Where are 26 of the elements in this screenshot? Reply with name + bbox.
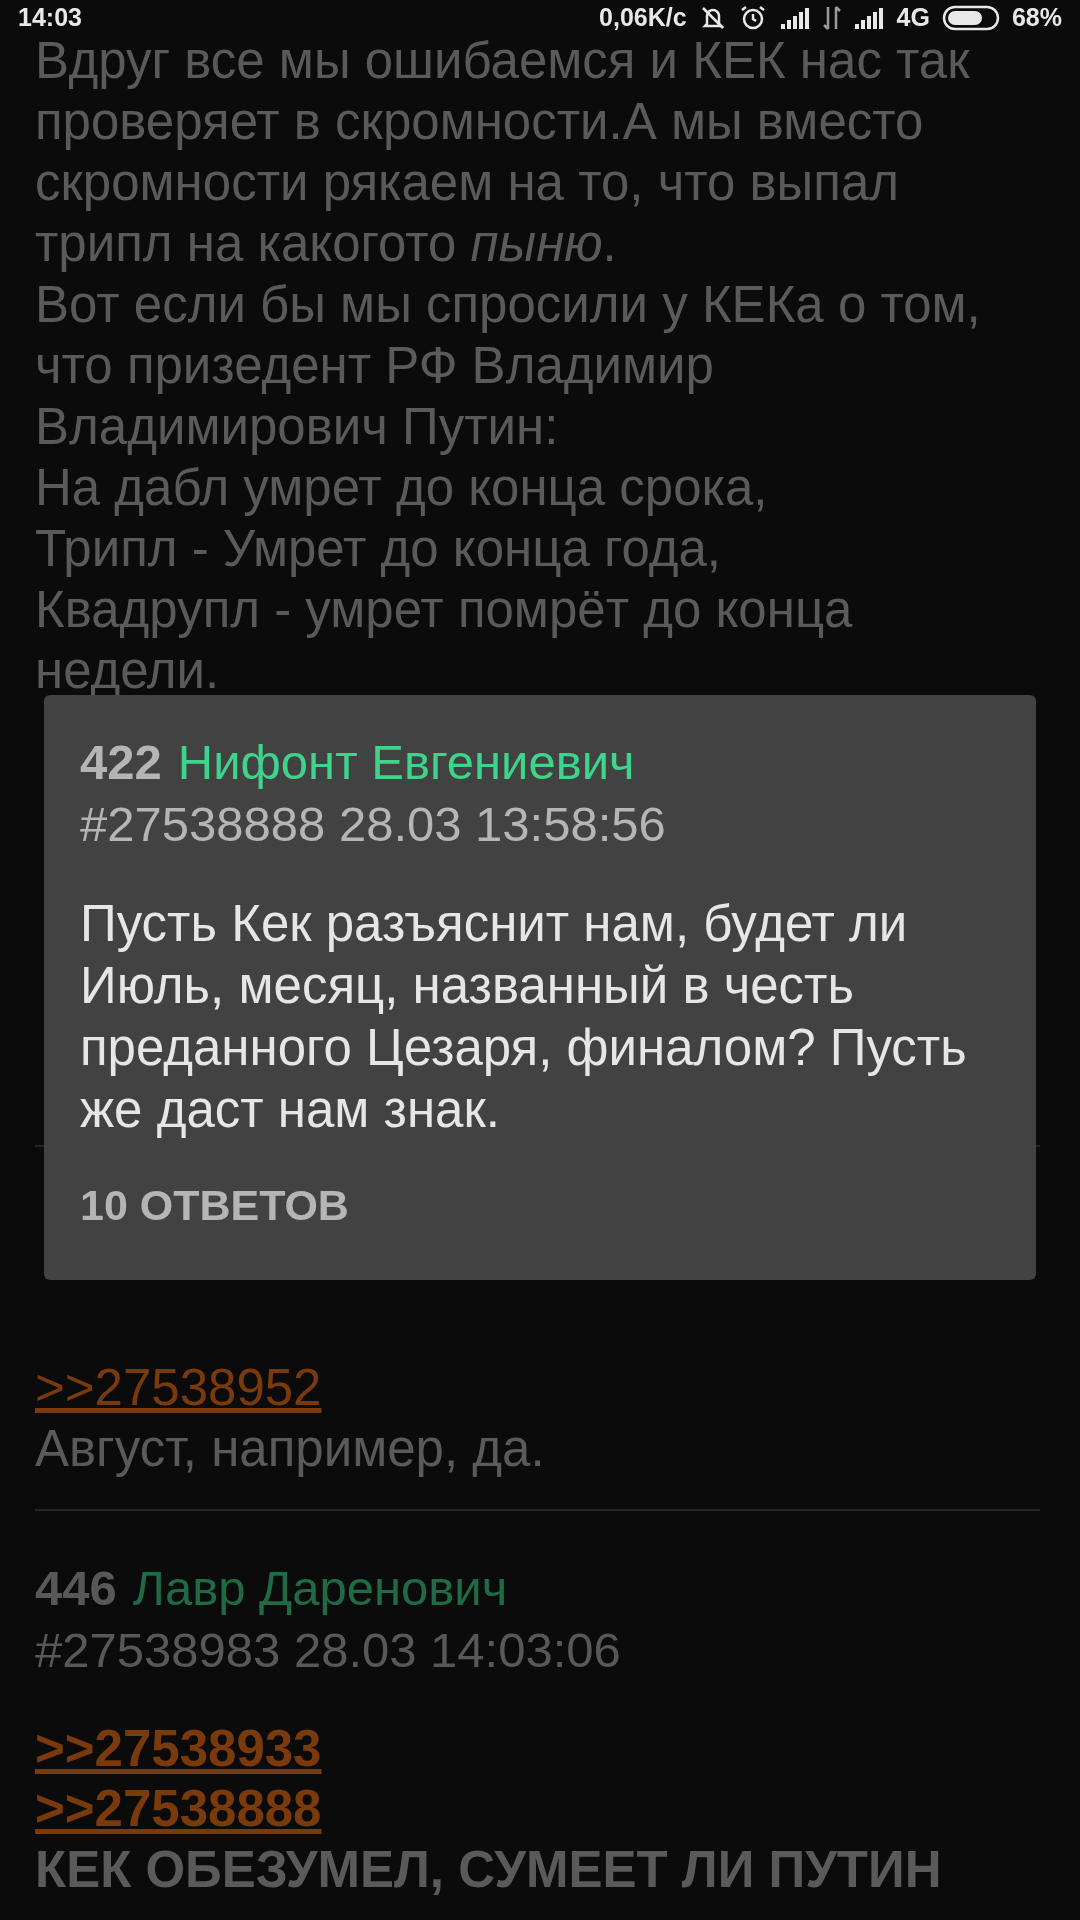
- post-number: 446: [35, 1560, 117, 1617]
- post-text: КЕК ОБЕЗУМЕЛ, СУМЕЕТ ЛИ ПУТИН: [35, 1840, 943, 1900]
- post-text: Трипл - Умрет до конца года,: [35, 519, 723, 579]
- signal-icon: [852, 6, 885, 30]
- battery-percent: 68%: [1011, 2, 1062, 34]
- battery-icon: [941, 4, 1000, 32]
- reply-link[interactable]: >>27538888: [35, 1779, 322, 1839]
- post-text: Вдруг все мы ошибаемся и КЕК нас так проверяет в скромности.А мы вместо скромности рякаем на то, что выпал трипл на какогото пыню.: [35, 31, 971, 274]
- post-text: Квадрупл - умрет помрёт до конца недели.: [35, 580, 854, 701]
- replies-button[interactable]: 10 ОТВЕТОВ: [80, 1177, 349, 1233]
- clock-time: 14:03: [18, 2, 82, 34]
- post-text: Пусть Кек разъяснит нам, будет ли Июль, месяц, названный в честь преданного Цезаря, финалом? Пусть же даст нам знак.: [80, 894, 968, 1140]
- post-text: Август, например, да.: [35, 1419, 546, 1479]
- network-speed: 0,06K/с: [599, 2, 687, 34]
- post-meta: #27538983 28.03 14:03:06: [35, 1622, 622, 1679]
- poster-name: Лавр Даренович: [132, 1560, 508, 1617]
- post-meta: #27538888 28.03 13:58:56: [80, 796, 667, 853]
- signal-icon: [778, 6, 811, 30]
- post-text: Вот если бы мы спросили у КЕКа о том, что призедент РФ Владимир Владимирович Путин:: [35, 275, 982, 457]
- post-text: На дабл умрет до конца срока,: [35, 458, 769, 518]
- poster-name: Нифонт Евгениевич: [177, 734, 635, 791]
- data-arrows-icon: [822, 5, 841, 31]
- reply-link[interactable]: >>27538933: [35, 1719, 322, 1779]
- reply-link[interactable]: >>27538952: [35, 1358, 322, 1418]
- network-type: 4G: [896, 2, 930, 34]
- post-number: 422: [80, 734, 162, 791]
